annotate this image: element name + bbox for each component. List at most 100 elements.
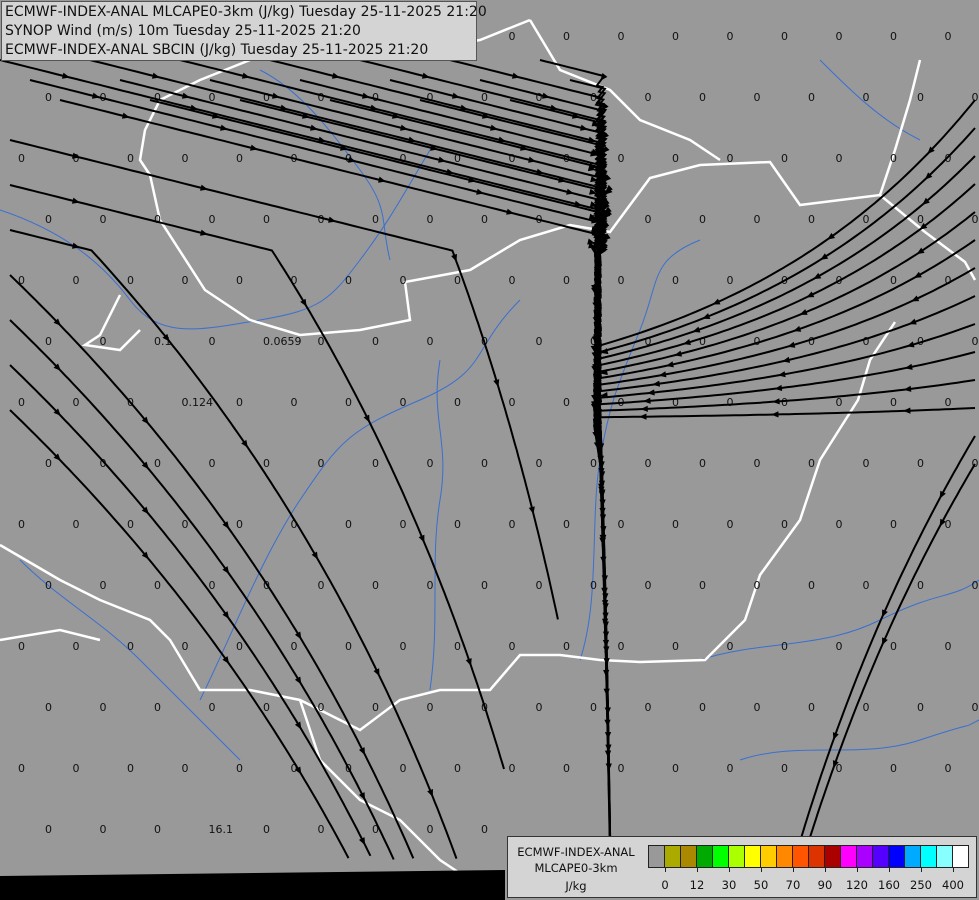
sbcin-value-label: 0	[73, 396, 80, 409]
legend-swatch	[777, 846, 793, 867]
sbcin-value-label: 0	[154, 823, 161, 836]
sbcin-value-label: 0	[45, 335, 52, 348]
sbcin-value-label: 0	[890, 152, 897, 165]
legend-tick-label: 120	[846, 878, 868, 892]
sbcin-value-label: 0	[209, 335, 216, 348]
sbcin-value-label: 0.0659	[263, 335, 302, 348]
sbcin-value-label: 0	[618, 640, 625, 653]
wind-arrowhead-icon	[605, 763, 612, 771]
sbcin-value-label: 0	[509, 640, 516, 653]
legend-tick	[953, 867, 954, 872]
sbcin-value-label: 0	[890, 274, 897, 287]
sbcin-value-label: 0.124	[182, 396, 214, 409]
legend-tick	[761, 867, 762, 872]
legend-tick	[857, 867, 858, 872]
country-border	[878, 59, 922, 196]
river	[429, 359, 444, 691]
wind-arrowhead-icon	[658, 371, 667, 378]
wind-arrowhead-icon	[465, 658, 472, 667]
sbcin-value-label: 0	[236, 396, 243, 409]
wind-arrowhead-icon	[799, 309, 808, 315]
country-border	[0, 321, 897, 732]
wind-arrowhead-icon	[493, 379, 500, 388]
sbcin-value-label: 0	[836, 640, 843, 653]
sbcin-value-label: 0	[154, 457, 161, 470]
sbcin-value-label: 0	[372, 579, 379, 592]
legend-param: MLCAPE0-3km	[534, 861, 618, 875]
sbcin-value-label: 0	[345, 518, 352, 531]
legend-tick-label: 12	[689, 878, 705, 892]
legend-tick-label: 0	[661, 878, 669, 892]
sbcin-value-label: 0	[318, 579, 325, 592]
sbcin-value-label: 0	[972, 579, 979, 592]
sbcin-value-label: 0	[781, 518, 788, 531]
title-sbcin: ECMWF-INDEX-ANAL SBCIN (J/kg) Tuesday 25…	[5, 42, 429, 58]
sbcin-value-label: 0	[672, 152, 679, 165]
sbcin-value-label: 0	[945, 640, 952, 653]
sbcin-value-label: 0	[127, 762, 134, 775]
sbcin-value-label: 0	[618, 30, 625, 43]
sbcin-value-label: 0	[100, 335, 107, 348]
sbcin-value-label: 0	[318, 457, 325, 470]
sbcin-value-label: 0	[945, 518, 952, 531]
sbcin-value-label: 0	[18, 518, 25, 531]
sbcin-value-label: 0	[754, 701, 761, 714]
legend-swatch	[889, 846, 905, 867]
legend-swatch	[729, 846, 745, 867]
rivers-layer	[0, 59, 979, 761]
sbcin-value-label: 0	[345, 274, 352, 287]
legend-swatch	[905, 846, 921, 867]
sbcin-value-label: 0	[481, 457, 488, 470]
wind-streamline	[359, 59, 608, 547]
sbcin-value-label: 0	[781, 762, 788, 775]
sbcin-value-label: 0	[672, 762, 679, 775]
wind-streamline	[593, 155, 976, 756]
river	[819, 59, 921, 141]
sbcin-value-label: 0	[563, 396, 570, 409]
sbcin-value-label: 0	[372, 335, 379, 348]
legend-unit: J/kg	[565, 879, 587, 893]
sbcin-value-label: 0	[863, 457, 870, 470]
sbcin-value-label: 0	[481, 823, 488, 836]
sbcin-value-label: 0	[618, 762, 625, 775]
wind-streamline	[593, 267, 976, 823]
sbcin-value-label: 0	[590, 701, 597, 714]
sbcin-value-label: 0	[645, 579, 652, 592]
title-mlcape: ECMWF-INDEX-ANAL MLCAPE0-3km (J/kg) Tues…	[5, 4, 487, 20]
sbcin-value-label: 0	[18, 762, 25, 775]
sbcin-value-label: 0	[808, 335, 815, 348]
sbcin-value-label: 0	[454, 274, 461, 287]
sbcin-value-label: 0	[645, 701, 652, 714]
legend-color-scale	[648, 845, 969, 868]
wind-arrowhead-icon	[643, 397, 651, 404]
sbcin-value-label: 0	[182, 640, 189, 653]
sbcin-value-label: 0	[236, 640, 243, 653]
legend-swatch	[681, 846, 697, 867]
sbcin-value-label: 0	[45, 457, 52, 470]
sbcin-value-label: 0	[209, 457, 216, 470]
sbcin-value-label: 0	[563, 274, 570, 287]
sbcin-value-label: 0	[699, 579, 706, 592]
sbcin-value-label: 0	[100, 701, 107, 714]
wind-streamline	[595, 407, 976, 855]
sbcin-value-label: 0	[263, 213, 270, 226]
sbcin-value-label: 0	[345, 396, 352, 409]
sbcin-value-label: 0	[590, 457, 597, 470]
sbcin-value-label: 0	[509, 30, 516, 43]
sbcin-value-label: 0	[754, 91, 761, 104]
sbcin-value-label: 0	[863, 579, 870, 592]
sbcin-value-label: 0	[73, 274, 80, 287]
sbcin-value-label: 0	[454, 396, 461, 409]
sbcin-value-label: 0	[263, 823, 270, 836]
sbcin-value-label: 0	[154, 579, 161, 592]
sbcin-value-label: 0	[645, 457, 652, 470]
sbcin-value-label: 0	[536, 457, 543, 470]
legend-tick-label: 50	[753, 878, 769, 892]
legend-model: ECMWF-INDEX-ANAL	[517, 845, 635, 859]
wind-arrowhead-icon	[602, 631, 610, 639]
sbcin-value-label: 0	[18, 396, 25, 409]
sbcin-value-label: 0	[318, 91, 325, 104]
wind-arrowhead-icon	[832, 732, 839, 741]
sbcin-value-label: 0	[127, 152, 134, 165]
legend-swatch	[745, 846, 761, 867]
